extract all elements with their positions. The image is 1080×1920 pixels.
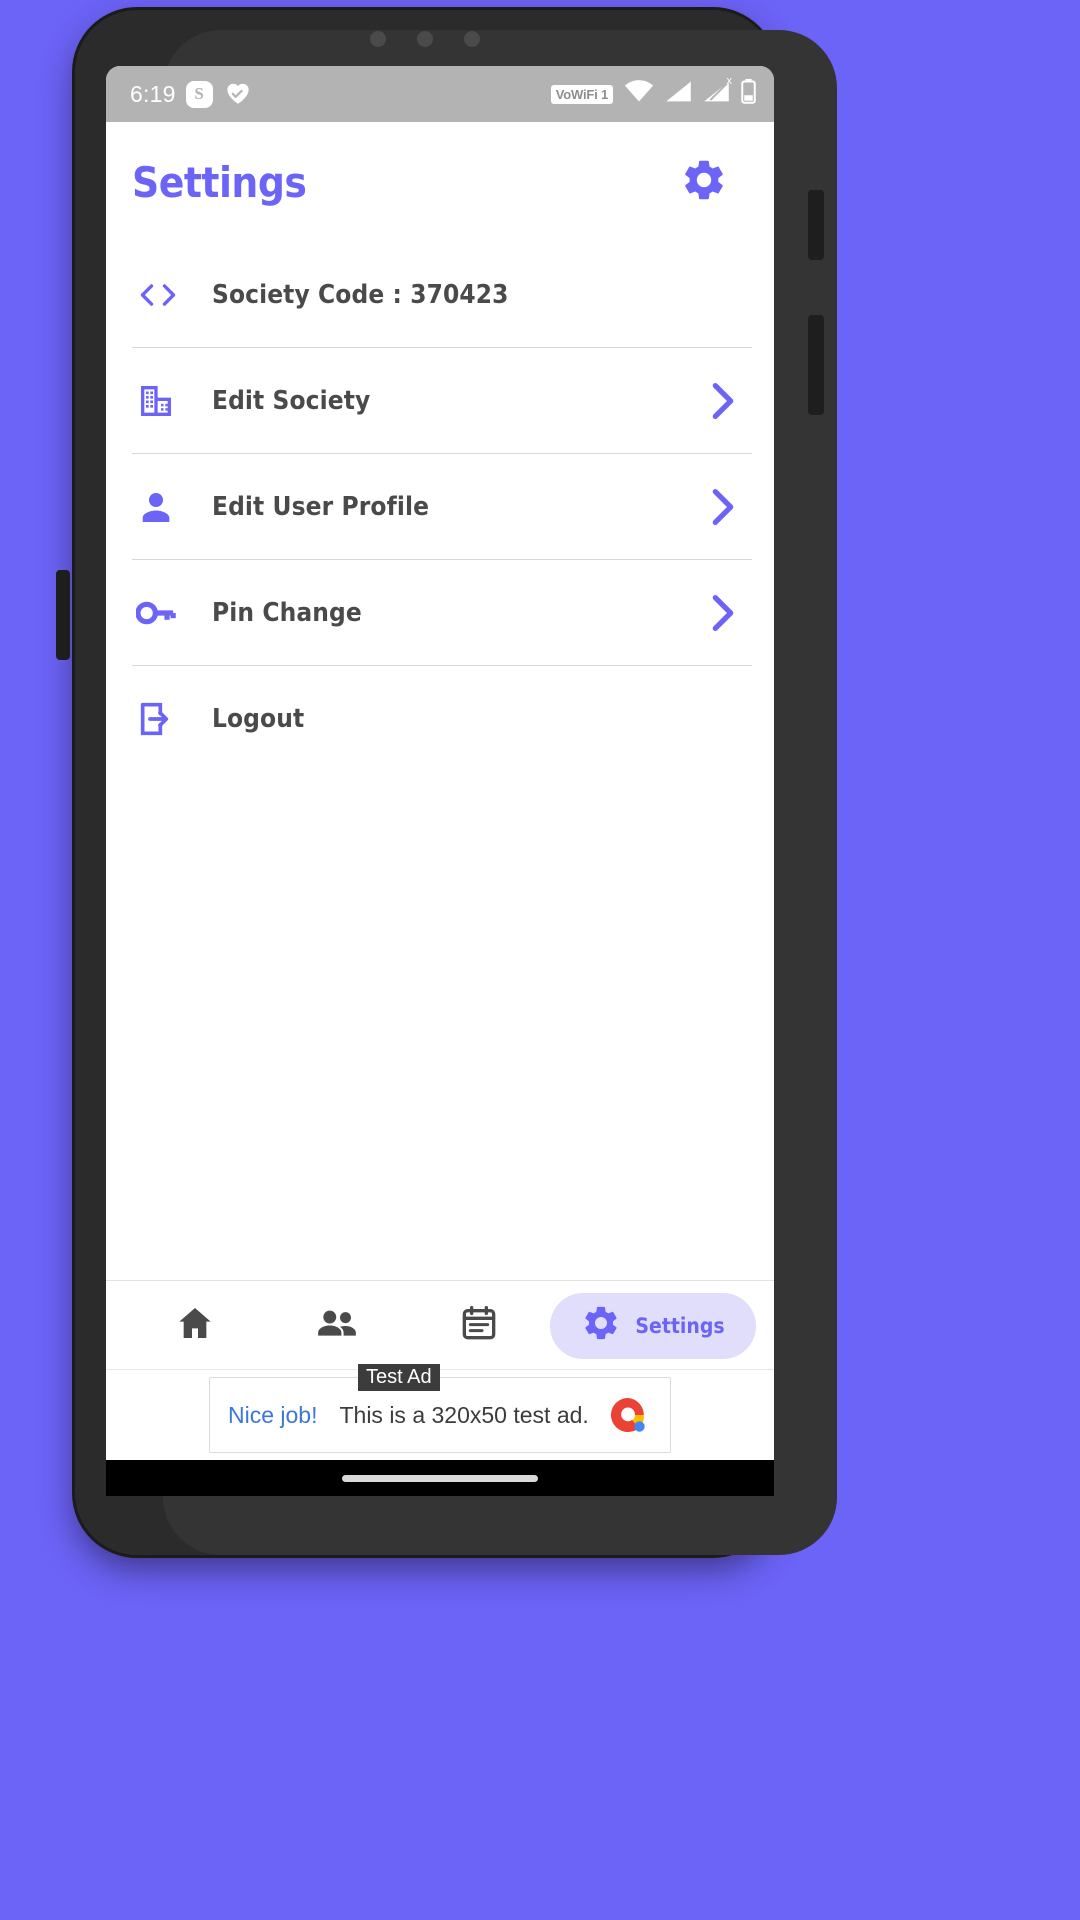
google-ads-logo-icon (606, 1393, 650, 1437)
settings-row-edit-user-profile[interactable]: Edit User Profile (132, 454, 752, 559)
phone-screen: 6:19 S VoWiFi 1 x Settings Society Code … (106, 66, 774, 1496)
settings-row-label: Society Code : 370423 (212, 279, 509, 310)
vowifi-badge: VoWiFi 1 (550, 84, 613, 104)
logout-icon (132, 699, 212, 739)
app-header: Settings (106, 122, 774, 242)
settings-row-label: Edit Society (212, 385, 371, 416)
speaker-dot (417, 31, 433, 47)
signal-x-superscript: x (726, 75, 733, 87)
calendar-icon (459, 1303, 499, 1348)
ad-banner-content[interactable]: Nice job! This is a 320x50 test ad. Test… (209, 1364, 671, 1453)
camera-dot (370, 31, 386, 47)
heart-health-icon (223, 79, 253, 110)
people-icon (315, 1303, 359, 1348)
ad-cta-text[interactable]: Nice job! (228, 1402, 317, 1429)
page-title: Settings (132, 157, 307, 207)
nav-item-calendar[interactable] (408, 1293, 550, 1359)
ad-test-badge: Test Ad (358, 1364, 440, 1391)
power-button[interactable] (808, 190, 824, 260)
volume-button[interactable] (808, 315, 824, 415)
status-bar-right: VoWiFi 1 x (550, 75, 756, 109)
building-icon (132, 381, 212, 421)
person-icon (132, 487, 212, 527)
sensor-dot (464, 31, 480, 47)
status-bar: 6:19 S VoWiFi 1 x (106, 66, 774, 122)
ad-banner[interactable]: Nice job! This is a 320x50 test ad. Test… (106, 1364, 774, 1460)
settings-row-logout[interactable]: Logout (132, 666, 752, 771)
nav-item-home[interactable] (124, 1293, 266, 1359)
status-bar-left: 6:19 S (130, 79, 253, 110)
settings-list: Society Code : 370423 Edit Society Edit … (106, 242, 774, 771)
camera-speaker-dots (370, 28, 480, 50)
key-icon (132, 596, 212, 630)
nav-item-members[interactable] (266, 1293, 408, 1359)
gesture-pill[interactable] (342, 1474, 538, 1482)
assistant-button[interactable] (56, 570, 70, 660)
signal-bar-icon (665, 80, 692, 108)
gear-icon[interactable] (680, 156, 728, 209)
home-icon (175, 1303, 215, 1348)
nav-item-settings[interactable]: Settings (550, 1292, 756, 1359)
battery-icon (741, 79, 756, 109)
signal-no-sim-icon: x (703, 75, 732, 108)
settings-row-label: Logout (212, 703, 305, 734)
chevron-right-icon[interactable] (706, 593, 740, 633)
skype-icon: S (185, 80, 213, 108)
settings-row-society-code[interactable]: Society Code : 370423 (132, 242, 752, 347)
ad-body-text: This is a 320x50 test ad. (339, 1401, 589, 1428)
settings-row-edit-society[interactable]: Edit Society (132, 348, 752, 453)
wifi-icon (624, 80, 654, 108)
settings-row-label: Pin Change (212, 597, 362, 628)
gesture-navigation-area (106, 1460, 774, 1496)
chevron-right-icon[interactable] (706, 487, 740, 527)
code-brackets-icon (132, 278, 212, 312)
settings-row-pin-change[interactable]: Pin Change (132, 560, 752, 665)
status-time: 6:19 (130, 80, 176, 107)
bottom-navigation-bar: Settings (106, 1280, 774, 1370)
chevron-right-icon[interactable] (706, 381, 740, 421)
nav-item-settings-label: Settings (635, 1313, 725, 1338)
gear-icon (581, 1303, 621, 1348)
settings-row-label: Edit User Profile (212, 491, 430, 522)
